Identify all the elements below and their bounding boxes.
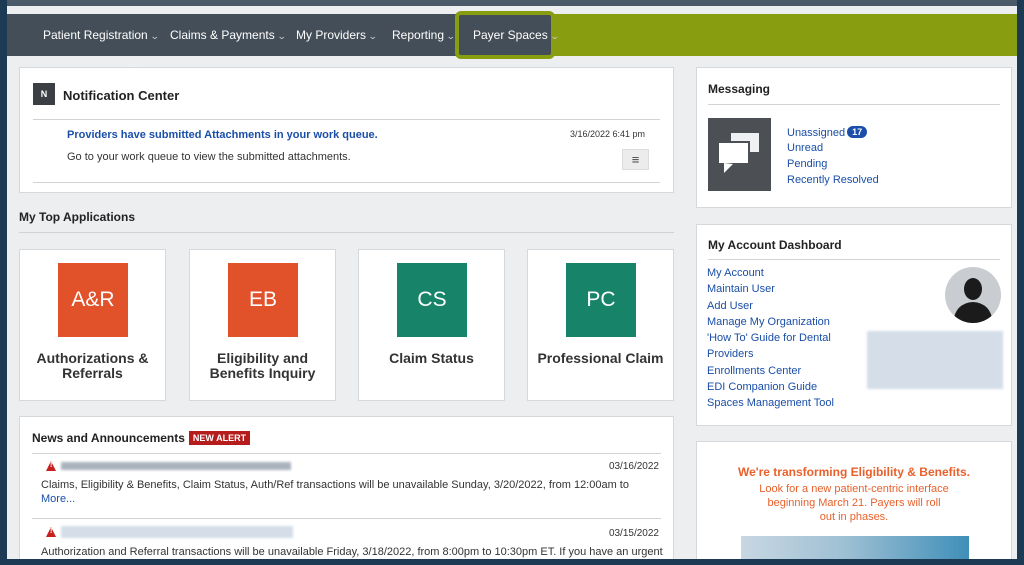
account-link-add-user[interactable]: Add User — [707, 300, 753, 312]
divider — [33, 119, 660, 120]
account-link-providers[interactable]: Providers — [707, 348, 753, 360]
nav-label: Payer Spaces — [473, 28, 548, 42]
account-link-manage-organization[interactable]: Manage My Organization — [707, 316, 830, 328]
unassigned-count-badge: 17 — [847, 126, 868, 138]
navbar-accent-band — [547, 14, 1017, 56]
notification-timestamp: 3/16/2022 6:41 pm — [569, 129, 645, 139]
messaging-unread-link[interactable]: Unread — [787, 142, 823, 154]
new-alert-badge: NEW ALERT — [188, 431, 251, 445]
notification-title: Notification Center — [63, 88, 180, 103]
app-tile-name: Authorizations & Referrals — [36, 350, 149, 381]
chevron-down-icon: ⌄ — [276, 31, 287, 41]
news-date: 03/15/2022 — [608, 528, 659, 539]
account-dashboard-title: My Account Dashboard — [708, 238, 842, 252]
promo-body: Look for a new patient-centric interface… — [697, 482, 1011, 524]
app-tile-name: Claim Status — [389, 350, 474, 366]
divider — [708, 259, 1000, 260]
app-tile-authorizations-referrals[interactable]: A&R Authorizations & Referrals — [19, 249, 166, 401]
menu-icon-button[interactable]: ≡ — [622, 149, 649, 170]
news-body: Authorization and Referral transactions … — [41, 546, 663, 558]
account-link-how-to-guide[interactable]: 'How To' Guide for Dental — [707, 332, 831, 344]
app-tile-code: PC — [566, 263, 636, 337]
redacted-headline — [61, 462, 291, 470]
promo-line: out in phases. — [819, 511, 889, 523]
nav-payer-spaces[interactable]: Payer Spaces ⌄ — [473, 15, 560, 55]
redacted-user-info — [867, 331, 1003, 389]
promo-card[interactable]: We're transforming Eligibility & Benefit… — [696, 441, 1012, 559]
news-title-text: News and Announcements — [32, 431, 185, 445]
divider — [708, 104, 1000, 105]
redacted-headline — [61, 526, 293, 538]
news-more-link[interactable]: More... — [41, 493, 75, 505]
app-tile-professional-claim[interactable]: PC Professional Claim — [527, 249, 674, 401]
bottom-edge — [0, 559, 1024, 565]
nav-my-providers[interactable]: My Providers ⌄ — [296, 14, 378, 56]
account-link-maintain-user[interactable]: Maintain User — [707, 283, 775, 295]
nav-payer-spaces-highlight: Payer Spaces ⌄ — [455, 11, 560, 59]
messaging-unassigned-link[interactable]: Unassigned 17 — [787, 126, 868, 139]
messaging-item-label: Unassigned — [787, 127, 846, 139]
news-body: Claims, Eligibility & Benefits, Claim St… — [41, 478, 661, 506]
nav-claims-payments[interactable]: Claims & Payments ⌄ — [170, 14, 287, 56]
account-link-spaces-management-tool[interactable]: Spaces Management Tool — [707, 397, 834, 409]
nav-label: My Providers — [296, 28, 367, 42]
app-tile-claim-status[interactable]: CS Claim Status — [358, 249, 505, 401]
chevron-down-icon: ⌄ — [149, 31, 160, 41]
app-tile-code: CS — [397, 263, 467, 337]
news-date: 03/16/2022 — [608, 461, 659, 472]
divider — [32, 518, 661, 519]
notification-center-card: N Notification Center Providers have sub… — [19, 67, 674, 193]
news-card: News and AnnouncementsNEW ALERT 03/16/20… — [19, 416, 674, 559]
news-body-text: Claims, Eligibility & Benefits, Claim St… — [41, 479, 629, 491]
promo-headline: We're transforming Eligibility & Benefit… — [737, 465, 970, 479]
messaging-pending-link[interactable]: Pending — [787, 158, 827, 170]
divider — [33, 182, 660, 183]
app-tile-name: Professional Claim — [537, 350, 664, 366]
avatar — [945, 267, 1001, 323]
notification-icon: N — [33, 83, 55, 105]
chevron-down-icon: ⌄ — [367, 31, 378, 41]
messaging-title: Messaging — [708, 82, 771, 96]
chat-bubbles-icon — [708, 118, 771, 191]
app-tile-code: EB — [228, 263, 298, 337]
chevron-down-icon: ⌄ — [549, 31, 560, 41]
hamburger-icon: ≡ — [631, 152, 640, 167]
news-title: News and Announcements NEW ALERT — [32, 431, 251, 445]
top-apps-heading: My Top Applications — [19, 210, 135, 224]
notification-headline-link[interactable]: Providers have submitted Attachments in … — [67, 129, 378, 141]
account-link-enrollments-center[interactable]: Enrollments Center — [707, 365, 801, 377]
divider — [19, 232, 674, 233]
nav-reporting[interactable]: Reporting ⌄ — [392, 14, 456, 56]
app-tile-name: Eligibility and Benefits Inquiry — [209, 350, 316, 381]
nav-label: Reporting — [392, 28, 445, 42]
app-tile-eligibility-benefits[interactable]: EB Eligibility and Benefits Inquiry — [189, 249, 336, 401]
user-silhouette-icon — [953, 278, 993, 323]
nav-label: Claims & Payments — [170, 28, 275, 42]
app-frame: Patient Registration ⌄ Claims & Payments ⌄… — [7, 6, 1017, 559]
nav-patient-registration[interactable]: Patient Registration ⌄ — [43, 14, 160, 56]
promo-line: beginning March 21. Payers will roll — [767, 497, 941, 509]
promo-photo — [741, 536, 969, 559]
messaging-recently-resolved-link[interactable]: Recently Resolved — [787, 174, 879, 186]
divider — [32, 453, 661, 454]
app-tile-code: A&R — [58, 263, 128, 337]
notification-body: Go to your work queue to view the submit… — [67, 151, 351, 163]
promo-line: Look for a new patient-centric interface — [759, 483, 949, 495]
warning-icon — [46, 527, 56, 537]
nav-label: Patient Registration — [43, 28, 148, 42]
account-link-edi-companion-guide[interactable]: EDI Companion Guide — [707, 381, 817, 393]
warning-icon — [46, 461, 56, 471]
account-link-my-account[interactable]: My Account — [707, 267, 764, 279]
